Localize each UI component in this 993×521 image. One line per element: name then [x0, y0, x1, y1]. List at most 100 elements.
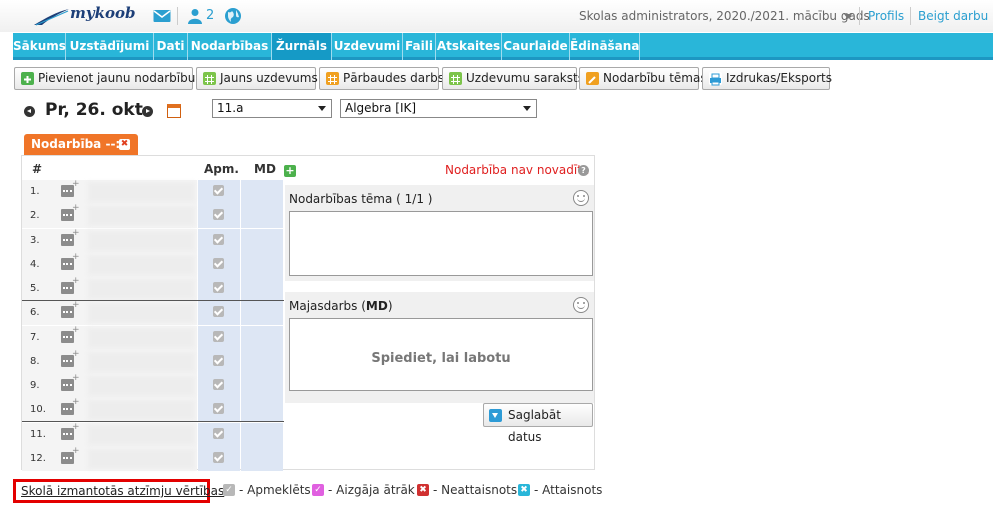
- logout-link[interactable]: Beigt darbu: [918, 9, 988, 23]
- previous-day-icon[interactable]: [24, 106, 35, 117]
- homework-cell[interactable]: [241, 422, 283, 447]
- homework-cell[interactable]: [241, 180, 283, 204]
- student-name-redacted: [88, 448, 195, 469]
- topic-input[interactable]: [289, 211, 593, 276]
- grade-add-icon[interactable]: [61, 179, 80, 197]
- close-icon[interactable]: ✖: [119, 139, 130, 150]
- new-task-button[interactable]: Jauns uzdevums: [196, 67, 318, 90]
- lesson-topics-button[interactable]: Nodarbību tēmas: [579, 67, 707, 90]
- grade-add-icon[interactable]: [61, 325, 80, 343]
- chevron-down-icon[interactable]: [844, 14, 852, 19]
- table-row: 9.: [22, 373, 284, 398]
- homework-cell[interactable]: [241, 277, 283, 301]
- grade-add-icon[interactable]: [61, 373, 80, 391]
- attendance-check-icon[interactable]: [213, 257, 224, 269]
- test-label: Pārbaudes darbs: [343, 71, 444, 85]
- attendance-check-icon[interactable]: [213, 451, 224, 463]
- envelope-icon[interactable]: [153, 8, 171, 24]
- smiley-icon[interactable]: [573, 190, 589, 206]
- attendance-check-icon[interactable]: [213, 209, 224, 221]
- save-button[interactable]: Saglabāt datus: [483, 403, 593, 444]
- grade-values-link[interactable]: Skolā izmantotās atzīmju vērtības: [13, 479, 224, 503]
- profile-link[interactable]: Profils: [868, 9, 904, 23]
- print-export-button[interactable]: Izdrukas/Eksports: [702, 67, 832, 90]
- attendance-check-icon[interactable]: [213, 306, 224, 318]
- attendance-check-icon[interactable]: [213, 427, 224, 439]
- grade-add-icon[interactable]: [61, 349, 80, 367]
- grade-add-icon[interactable]: [61, 228, 80, 246]
- globe-icon[interactable]: [224, 7, 242, 25]
- homework-input[interactable]: Spiediet, lai labotu: [289, 318, 593, 391]
- attendance-check-icon[interactable]: [213, 282, 224, 293]
- nav-item-atskaites[interactable]: Atskaites: [436, 33, 502, 60]
- student-name-redacted: [88, 182, 195, 202]
- table-row: 6.: [22, 300, 284, 326]
- grade-add-icon[interactable]: [61, 252, 80, 270]
- attendance-check-icon[interactable]: [213, 185, 224, 196]
- nav-item-nodarbibas[interactable]: Nodarbības: [188, 33, 272, 60]
- users-icon[interactable]: [186, 8, 204, 24]
- nav-item-edinasana[interactable]: Ēdināšana: [570, 33, 640, 60]
- row-number: 5.: [30, 283, 40, 294]
- online-users-count[interactable]: 2: [206, 8, 214, 23]
- homework-cell[interactable]: [241, 204, 283, 229]
- test-button[interactable]: Pārbaudes darbs: [319, 67, 444, 90]
- nav-item-dati[interactable]: Dati: [154, 33, 188, 60]
- nav-item-uzdevumi[interactable]: Uzdevumi: [332, 33, 403, 60]
- homework-cell[interactable]: [241, 349, 283, 374]
- role-selector[interactable]: Skolas administrators, 2020./2021. mācīb…: [579, 9, 870, 23]
- grid-icon: [449, 72, 462, 85]
- homework-cell[interactable]: [241, 252, 283, 277]
- homework-cell[interactable]: [241, 446, 283, 471]
- nav-item-faili[interactable]: Faili: [403, 33, 436, 60]
- homework-placeholder: Spiediet, lai labotu: [371, 351, 511, 366]
- logo-text: mykoob: [70, 4, 136, 22]
- add-lesson-label: Pievienot jaunu nodarbību: [38, 71, 196, 85]
- cross-icon: ✖: [417, 484, 429, 496]
- grade-add-icon[interactable]: [61, 276, 80, 294]
- attendance-check-icon[interactable]: [213, 233, 224, 245]
- grade-add-icon[interactable]: [61, 300, 80, 319]
- grade-add-icon[interactable]: [61, 397, 80, 416]
- lesson-tab[interactable]: Nodarbība --:-- ✖: [24, 134, 138, 155]
- row-number: 9.: [30, 380, 40, 391]
- homework-cell[interactable]: [241, 228, 283, 253]
- grade-add-icon[interactable]: [61, 446, 80, 464]
- help-icon[interactable]: ?: [578, 165, 589, 176]
- add-lesson-button[interactable]: Pievienot jaunu nodarbību: [14, 67, 196, 90]
- next-day-icon[interactable]: [142, 106, 153, 117]
- legend-excused: ✖ - Attaisnots: [518, 483, 602, 497]
- topic-title: Nodarbības tēma ( 1/1 ): [289, 192, 433, 206]
- attendance-check-icon[interactable]: [213, 330, 224, 342]
- attendance-check-icon[interactable]: [213, 354, 224, 366]
- attendance-check-icon[interactable]: [213, 403, 224, 415]
- smiley-icon[interactable]: [573, 297, 589, 313]
- task-list-button[interactable]: Uzdevumu saraksts: [442, 67, 584, 90]
- nav-item-caurlaide[interactable]: Caurlaide: [502, 33, 570, 60]
- grade-add-icon[interactable]: [61, 203, 80, 222]
- student-name-redacted: [88, 327, 195, 348]
- column-header-number: #: [32, 162, 43, 176]
- student-name-redacted: [88, 424, 195, 445]
- student-name-redacted: [88, 303, 195, 324]
- nav-item-sakums[interactable]: Sākums: [13, 33, 66, 60]
- add-icon[interactable]: +: [284, 165, 296, 177]
- row-number: 2.: [30, 210, 40, 222]
- homework-cell[interactable]: [241, 301, 283, 326]
- row-number: 3.: [30, 234, 40, 246]
- table-row: 10.: [22, 397, 284, 423]
- class-select[interactable]: 11.a: [212, 99, 332, 118]
- nav-item-uzstadijumi[interactable]: Uzstādījumi: [66, 33, 154, 60]
- attendance-check-icon[interactable]: [213, 379, 224, 390]
- table-row: 1.: [22, 179, 284, 204]
- grade-add-icon[interactable]: [61, 422, 80, 440]
- homework-cell[interactable]: [241, 374, 283, 398]
- top-bar: mykoob 2 Skolas administrators, 2020./20…: [0, 0, 993, 32]
- subject-select[interactable]: Algebra [IK]: [340, 99, 537, 118]
- nav-item-zurnals[interactable]: Žurnāls: [272, 33, 332, 60]
- mykoob-logo[interactable]: mykoob: [34, 4, 144, 26]
- homework-cell[interactable]: [241, 325, 283, 350]
- homework-cell[interactable]: [241, 398, 283, 423]
- calendar-icon[interactable]: [167, 104, 181, 118]
- table-row: 4.: [22, 252, 284, 277]
